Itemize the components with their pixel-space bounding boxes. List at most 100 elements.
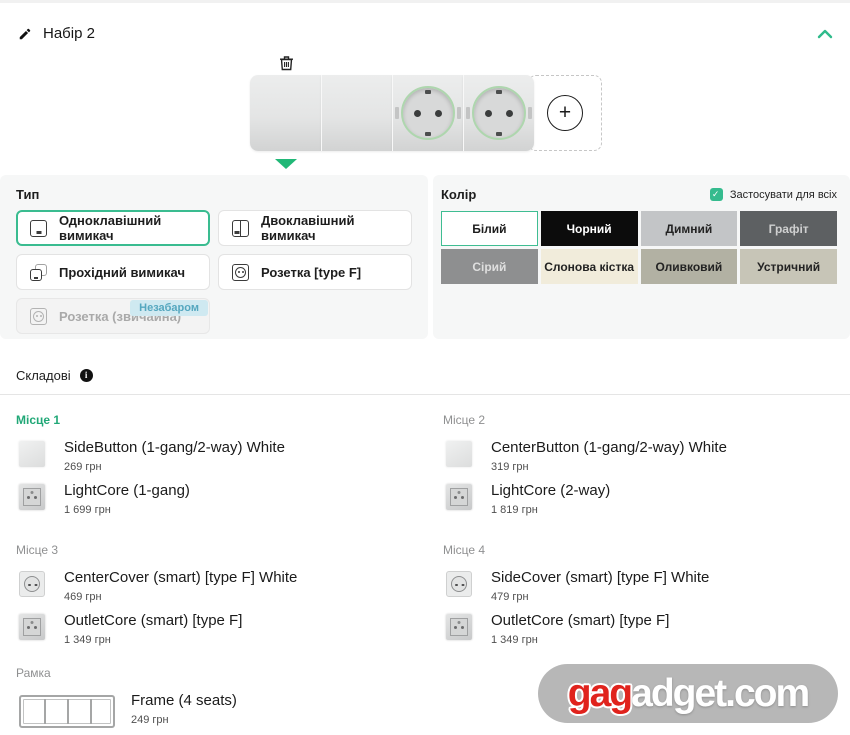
socket-type-f-icon (232, 263, 249, 281)
component-price: 469 грн (64, 591, 102, 603)
type-option-label: Прохідний вимикач (59, 264, 185, 280)
trash-icon[interactable] (279, 55, 294, 71)
chevron-up-icon[interactable] (816, 27, 834, 41)
component-item: CenterButton (1-gang/2-way) White 319 гр… (443, 439, 848, 473)
type-option-one-gang[interactable]: Одноклавішний вимикач (16, 210, 210, 246)
component-title: CenterButton (1-gang/2-way) White (491, 439, 727, 456)
component-group-place-3: Місце 3 CenterCover (smart) [type F] Whi… (16, 543, 421, 655)
component-group-place-1: Місце 1 SideButton (1-gang/2-way) White … (16, 413, 421, 525)
type-section-label: Тип (16, 187, 40, 202)
add-module-button[interactable]: + (528, 75, 602, 151)
type-option-label: Розетка [type F] (261, 264, 362, 280)
component-title: SideButton (1-gang/2-way) White (64, 439, 285, 456)
swatch-gray[interactable]: Сірий (441, 249, 538, 284)
selected-module-pointer (275, 159, 297, 169)
type-panel: Тип Одноклавішний вимикач Двоклавішний в… (0, 175, 428, 339)
component-group-place-2: Місце 2 CenterButton (1-gang/2-way) Whit… (443, 413, 848, 525)
component-price: 319 грн (491, 461, 529, 473)
components-header: Складові (16, 368, 93, 383)
component-item: Frame (4 seats) 249 грн (16, 692, 421, 728)
cover-thumb-icon (446, 571, 472, 597)
component-group-place-4: Місце 4 SideCover (smart) [type F] White… (443, 543, 848, 655)
watermark-text-white: adget.com (631, 671, 810, 715)
group-label: Місце 1 (16, 413, 61, 427)
component-title: SideCover (smart) [type F] White (491, 569, 710, 586)
button-thumb-icon (19, 441, 45, 467)
component-price: 269 грн (64, 461, 102, 473)
set-header: Набір 2 (18, 25, 95, 42)
checkbox-checked-icon[interactable] (709, 188, 723, 201)
type-option-two-gang[interactable]: Двоклавішний вимикач (218, 210, 412, 246)
divider (0, 394, 850, 395)
component-item: SideButton (1-gang/2-way) White 269 грн (16, 439, 421, 473)
swatch-white[interactable]: Білий (441, 211, 538, 246)
swatch-oyster[interactable]: Устричний (740, 249, 837, 284)
apply-all-checkbox-row[interactable]: Застосувати для всіх (709, 188, 837, 201)
component-price: 1 349 грн (64, 634, 111, 646)
core-thumb-icon (446, 614, 472, 640)
component-item: SideCover (smart) [type F] White 479 грн (443, 569, 848, 603)
component-title: LightCore (2-way) (491, 482, 611, 499)
swatch-smoke[interactable]: Димний (640, 211, 738, 246)
socket-face-icon (466, 86, 532, 140)
two-gang-switch-icon (232, 219, 249, 237)
swatch-black[interactable]: Чорний (540, 211, 638, 246)
component-title: OutletCore (smart) [type F] (491, 612, 670, 629)
component-price: 479 грн (491, 591, 529, 603)
core-thumb-icon (446, 484, 472, 510)
pass-through-switch-icon (30, 263, 47, 281)
socket-face-icon (395, 86, 461, 140)
module-socket-4[interactable] (463, 75, 534, 151)
module-switch-1[interactable] (250, 75, 321, 151)
group-label: Рамка (16, 666, 51, 680)
pencil-edit-icon[interactable] (18, 27, 32, 41)
type-option-label: Одноклавішний вимикач (59, 213, 162, 243)
gagadget-watermark: gag adget.com (538, 664, 838, 723)
plus-icon: + (547, 95, 583, 131)
component-price: 1 699 грн (64, 504, 111, 516)
type-option-socket-type-f[interactable]: Розетка [type F] (218, 254, 412, 290)
component-title: LightCore (1-gang) (64, 482, 190, 499)
cover-thumb-icon (19, 571, 45, 597)
core-thumb-icon (19, 614, 45, 640)
set-configurator: Набір 2 + Тип Одноклавішний вимикач Двок… (0, 0, 850, 735)
module-socket-3[interactable] (392, 75, 463, 151)
option-panels: Тип Одноклавішний вимикач Двоклавішний в… (0, 175, 850, 339)
color-section-label: Колір (441, 187, 477, 202)
swatch-olive[interactable]: Оливковий (640, 249, 738, 284)
module-strip: + (250, 75, 602, 151)
component-price: 1 349 грн (491, 634, 538, 646)
type-option-label: Двоклавішний вимикач (261, 213, 355, 243)
swatch-ivory[interactable]: Слонова кістка (540, 249, 638, 284)
info-icon[interactable] (79, 369, 93, 382)
component-item: OutletCore (smart) [type F] 1 349 грн (16, 612, 421, 646)
watermark-text-red: gag (567, 671, 633, 715)
set-title: Набір 2 (43, 25, 95, 42)
button-thumb-icon (446, 441, 472, 467)
swatch-graphite[interactable]: Графіт (740, 211, 837, 246)
component-group-frame: Рамка Frame (4 seats) 249 грн (16, 666, 421, 735)
type-option-pass-through[interactable]: Прохідний вимикач (16, 254, 210, 290)
color-panel: Колір Застосувати для всіх Білий Чорний … (433, 175, 850, 339)
component-item: LightCore (2-way) 1 819 грн (443, 482, 848, 516)
component-title: Frame (4 seats) (131, 692, 237, 709)
group-label: Місце 3 (16, 543, 59, 557)
component-item: CenterCover (smart) [type F] White 469 г… (16, 569, 421, 603)
group-label: Місце 2 (443, 413, 486, 427)
type-options: Одноклавішний вимикач Двоклавішний вимик… (16, 210, 412, 334)
core-thumb-icon (19, 484, 45, 510)
module-switch-2[interactable] (321, 75, 392, 151)
group-label: Місце 4 (443, 543, 486, 557)
coming-soon-badge: Незабаром (130, 300, 208, 316)
component-price: 1 819 грн (491, 504, 538, 516)
component-price: 249 грн (131, 714, 169, 726)
set-preview: + (250, 55, 612, 175)
components-label: Складові (16, 368, 71, 383)
apply-all-label: Застосувати для всіх (729, 188, 837, 201)
component-item: LightCore (1-gang) 1 699 грн (16, 482, 421, 516)
component-title: CenterCover (smart) [type F] White (64, 569, 298, 586)
component-title: OutletCore (smart) [type F] (64, 612, 243, 629)
frame-thumb-icon (19, 695, 115, 728)
color-swatches: Білий Чорний Димний Графіт Сірий Слонова… (441, 211, 837, 284)
component-item: OutletCore (smart) [type F] 1 349 грн (443, 612, 848, 646)
